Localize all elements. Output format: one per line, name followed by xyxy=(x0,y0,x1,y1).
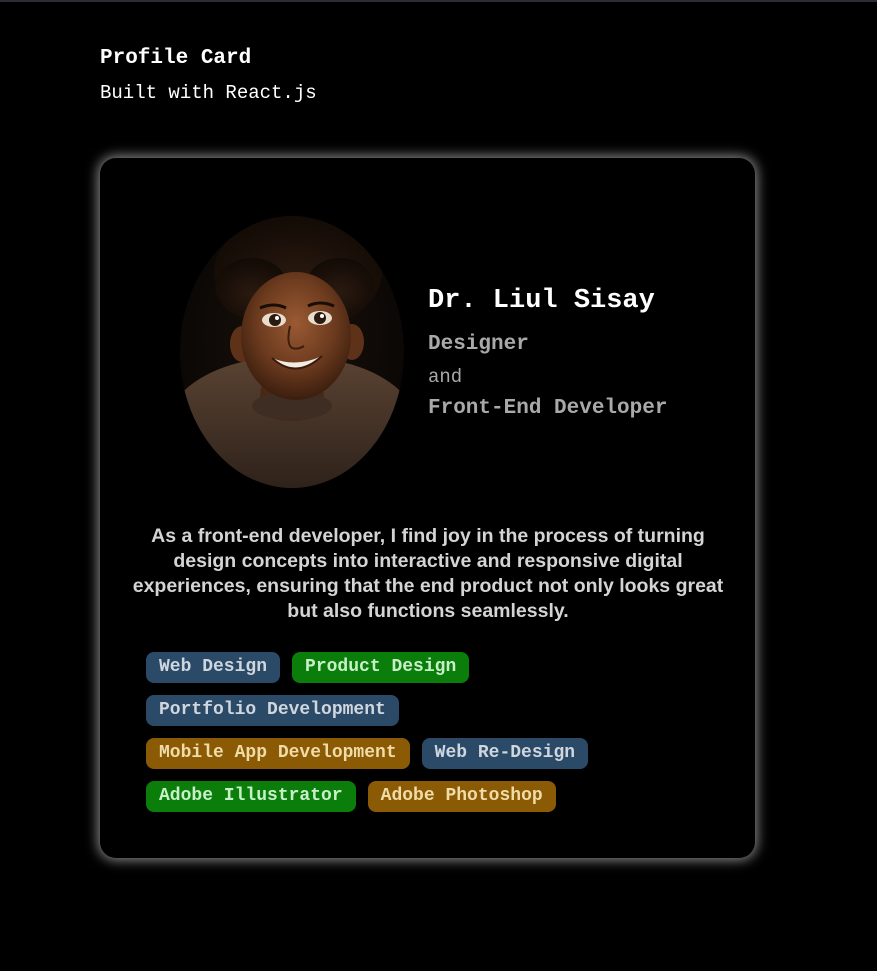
page-title: Profile Card xyxy=(100,47,252,70)
profile-card: Dr. Liul Sisay Designer and Front-End De… xyxy=(100,158,755,858)
top-border xyxy=(0,0,877,2)
skills-row: Mobile App Development Web Re-Design xyxy=(146,738,666,769)
profile-role-primary: Designer xyxy=(428,333,529,356)
skills-row: Adobe Illustrator Adobe Photoshop xyxy=(146,781,666,812)
skill-tag[interactable]: Web Re-Design xyxy=(421,738,589,769)
skill-tag[interactable]: Portfolio Development xyxy=(146,695,399,726)
profile-role-conjunction: and xyxy=(428,366,463,388)
skill-tag[interactable]: Adobe Illustrator xyxy=(146,781,356,812)
skills-row: Portfolio Development xyxy=(146,695,666,726)
skills-row: Web Design Product Design xyxy=(146,652,666,683)
avatar xyxy=(180,216,404,488)
page-header: Profile Card Built with React.js xyxy=(100,46,317,105)
skills-list: Web Design Product Design Portfolio Deve… xyxy=(146,652,666,824)
portrait-photo-icon xyxy=(180,216,404,488)
profile-bio: As a front-end developer, I find joy in … xyxy=(132,525,724,622)
profile-identity: Dr. Liul Sisay Designer and Front-End De… xyxy=(428,284,667,422)
profile-role-secondary: Front-End Developer xyxy=(428,397,668,420)
skill-tag[interactable]: Product Design xyxy=(292,652,470,683)
profile-name: Dr. Liul Sisay xyxy=(428,286,655,316)
page-subtitle: Built with React.js xyxy=(100,82,317,104)
skill-tag[interactable]: Web Design xyxy=(146,652,281,683)
skill-tag[interactable]: Mobile App Development xyxy=(146,738,410,769)
skill-tag[interactable]: Adobe Photoshop xyxy=(367,781,556,812)
